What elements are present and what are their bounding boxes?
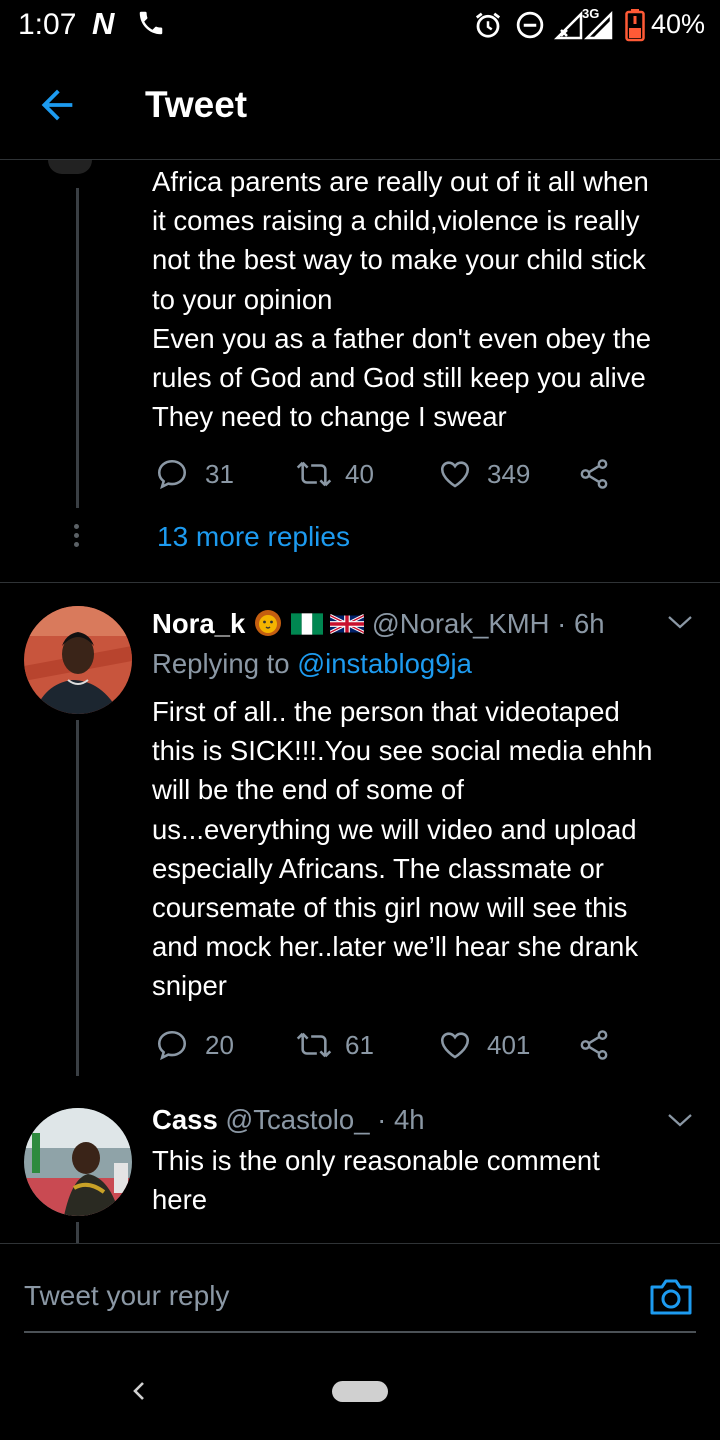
app-header: Tweet — [0, 52, 720, 160]
thread-line — [76, 188, 79, 508]
tweet-line: and mock her..later we’ll hear she drank — [152, 931, 639, 963]
tweet-line: not the best way to make your child stic… — [152, 244, 646, 276]
tweet-line: Even you as a father don't even obey the — [152, 322, 652, 354]
chevron-down-icon — [668, 616, 692, 629]
mention-link[interactable]: @instablog9ja — [297, 648, 472, 679]
avatar[interactable] — [24, 606, 132, 714]
share-icon — [580, 1030, 608, 1060]
heart-icon — [440, 461, 470, 488]
retweet-icon — [296, 1032, 332, 1058]
status-time: 1:07 — [18, 8, 77, 41]
tweet-line: rules of God and God still keep you aliv… — [152, 362, 646, 394]
tweet-line: here — [152, 1184, 208, 1216]
user-handle[interactable]: @Norak_KMH — [372, 608, 550, 639]
tweet-menu-button[interactable] — [666, 612, 694, 637]
tweet-line: Africa parents are really out of it all … — [152, 166, 649, 197]
reply-header: Cass @Tcastolo_ · 4h — [152, 1104, 425, 1136]
chevron-down-icon — [668, 1114, 692, 1127]
tweet-line: First of all.. the person that videotape… — [152, 696, 620, 727]
back-button[interactable] — [34, 82, 80, 128]
retweet-count: 61 — [345, 1030, 374, 1060]
reply-count: 31 — [205, 459, 234, 489]
thread-line — [76, 720, 79, 1076]
tweet-line: will be the end of some of — [152, 774, 464, 806]
network-type: 3G — [582, 6, 600, 21]
replying-to: Replying to @instablog9ja — [152, 648, 472, 680]
camera-button[interactable] — [648, 1275, 694, 1322]
notification-n-icon: N — [92, 6, 115, 41]
reply-input[interactable]: Tweet your reply — [24, 1280, 229, 1312]
more-replies-link[interactable]: 13 more replies — [157, 521, 350, 553]
arrow-left-icon — [41, 89, 73, 121]
retweet-count: 40 — [345, 459, 374, 489]
alarm-icon — [473, 10, 503, 45]
tweet-menu-button[interactable] — [666, 1110, 694, 1135]
lion-face-emoji — [253, 609, 283, 636]
reply-composer[interactable]: Tweet your reply — [0, 1243, 720, 1335]
camera-icon — [650, 1279, 692, 1315]
tweet-line: This is the only reasonable comment — [152, 1145, 600, 1176]
tweet-text: This is the only reasonable comment here — [152, 1141, 707, 1219]
battery-percent: 40% — [651, 9, 706, 39]
thread-line — [76, 1222, 79, 1243]
display-name[interactable]: Nora_k — [152, 608, 245, 639]
tweet-line: sniper — [152, 970, 227, 1002]
tweet-text: Africa parents are really out of it all … — [152, 162, 707, 436]
tweet-time: 4h — [393, 1104, 425, 1135]
separator-dot: · — [557, 608, 567, 639]
avatar[interactable] — [24, 1108, 132, 1216]
tweet-line: this is SICK!!!.You see social media ehh… — [152, 735, 653, 767]
reply-icon — [157, 1030, 187, 1061]
phone-icon — [136, 8, 166, 43]
divider — [0, 582, 720, 583]
tweet-line: especially Africans. The classmate or — [152, 852, 604, 884]
tweet-line: to your opinion — [152, 283, 333, 315]
like-count: 349 — [487, 459, 531, 489]
tweet-line: it comes raising a child,violence is rea… — [152, 205, 640, 237]
tweet-text: First of all.. the person that videotape… — [152, 692, 707, 1006]
tweet-line: us...everything we will video and upload — [152, 813, 637, 845]
nigeria-flag-emoji — [290, 610, 323, 635]
battery-icon — [625, 8, 645, 47]
replying-prefix: Replying to — [152, 648, 290, 679]
tweet-line: They need to change I swear — [152, 401, 507, 433]
status-bar: 1:07 N 3G 40% — [0, 0, 720, 52]
tweet-time: 6h — [573, 608, 605, 639]
user-handle[interactable]: @Tcastolo_ — [225, 1104, 369, 1135]
composer-underline — [24, 1331, 696, 1333]
reply-icon — [157, 459, 187, 490]
separator-dot: · — [377, 1104, 387, 1135]
heart-icon — [440, 1032, 470, 1059]
reply-count: 20 — [205, 1030, 234, 1060]
nav-back-button[interactable] — [128, 1376, 148, 1411]
chevron-left-icon — [133, 1382, 144, 1400]
like-count: 401 — [487, 1030, 531, 1060]
thread-dots — [74, 524, 80, 548]
tweet-actions: 31 40 349 — [155, 454, 625, 494]
nav-home-pill[interactable] — [332, 1381, 388, 1402]
tweet-line: coursemate of this girl now will see thi… — [152, 892, 628, 924]
display-name[interactable]: Cass — [152, 1104, 218, 1135]
share-icon — [580, 459, 608, 489]
uk-flag-emoji — [329, 610, 365, 635]
do-not-disturb-icon — [515, 10, 545, 45]
avatar-partial — [48, 160, 92, 174]
retweet-icon — [296, 461, 332, 487]
tweet-actions: 20 61 401 — [155, 1025, 625, 1065]
reply-header: Nora_k @Norak_KMH · 6h — [152, 608, 605, 640]
page-title: Tweet — [145, 84, 248, 125]
